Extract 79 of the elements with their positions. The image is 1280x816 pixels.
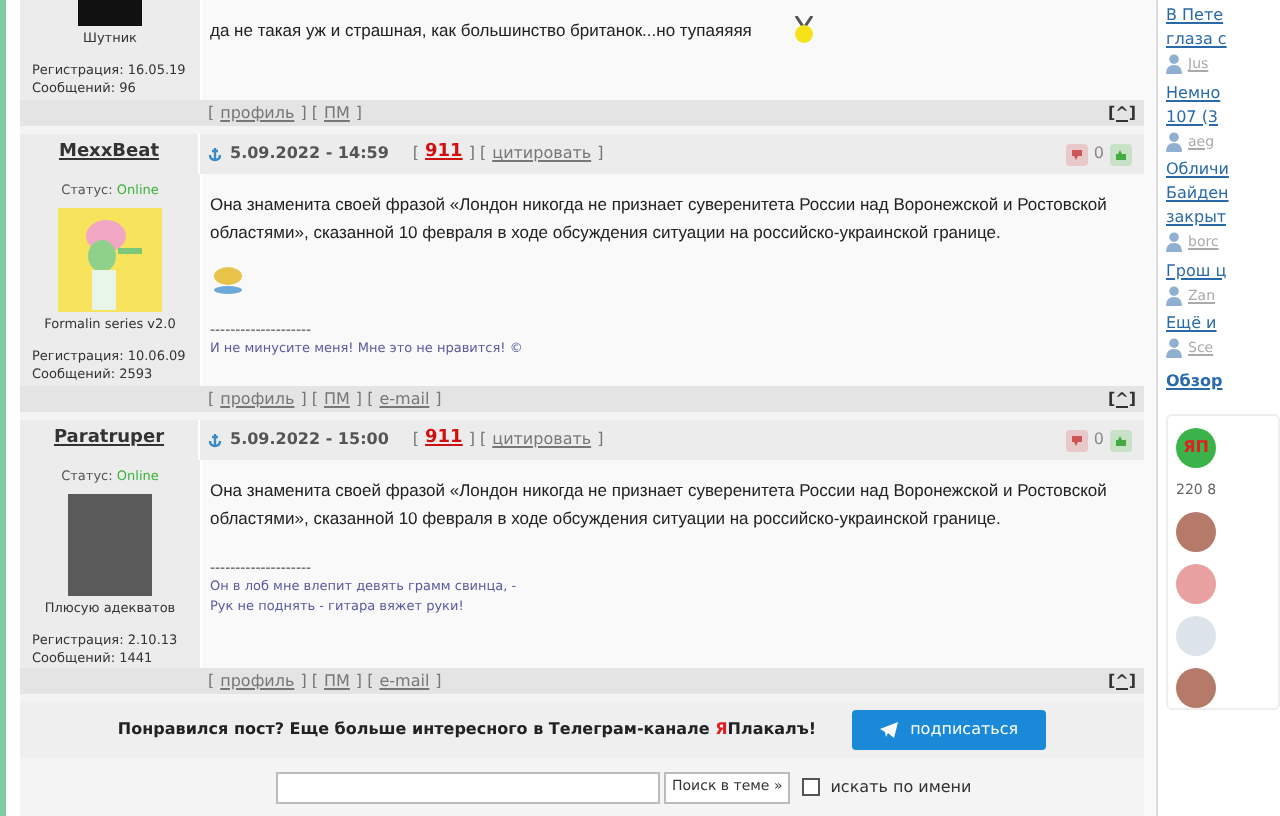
- thumbs-up-icon: [1114, 147, 1128, 161]
- profile-link[interactable]: ПМ: [324, 669, 350, 693]
- thumbs-down-icon: [1069, 433, 1084, 447]
- bracket-text: ]: [355, 101, 363, 125]
- bracket-text: [: [208, 387, 215, 411]
- avatar-image: [78, 0, 142, 26]
- bracket-text: [: [208, 669, 215, 693]
- post-date: 5.09.2022 - 15:00: [230, 428, 389, 452]
- bracket-text: [: [412, 428, 420, 452]
- cup-smiley-icon: [210, 266, 246, 294]
- avatar-drawing: [58, 207, 162, 312]
- profile-link[interactable]: профиль: [220, 101, 295, 125]
- anchor-icon: [208, 432, 222, 448]
- telegram-promo-text: Понравился пост? Еще больше интересного в Телеграм-канале ЯПлакалъ!: [117, 718, 817, 743]
- quote-link[interactable]: цитировать: [492, 142, 592, 166]
- user-icon: [1166, 338, 1182, 359]
- post-date: 5.09.2022 - 14:59: [230, 142, 389, 166]
- profile-link[interactable]: профиль: [220, 387, 295, 411]
- quote-link[interactable]: цитировать: [492, 428, 592, 452]
- rating-link[interactable]: 911: [425, 140, 463, 168]
- bracket-text: ] [: [355, 387, 374, 411]
- bracket-text: ] [: [300, 669, 318, 693]
- thumbs-down-icon: [1069, 147, 1084, 161]
- like-button[interactable]: [1110, 429, 1132, 451]
- topic-link[interactable]: В Пете: [1166, 4, 1280, 28]
- bracket-text: ] [: [355, 669, 374, 693]
- topic-link[interactable]: Немно: [1166, 81, 1280, 105]
- post-text: да не такая уж и страшная, как большинство британок...но тупаяяяя: [210, 18, 752, 44]
- bracket-text: ]: [435, 387, 442, 411]
- author-link[interactable]: MexxBeat: [58, 140, 159, 168]
- user-icon: [1166, 54, 1182, 75]
- profile-link[interactable]: ПМ: [324, 101, 350, 125]
- paper-plane-icon: [880, 722, 899, 739]
- topic-link[interactable]: Обличи: [1166, 158, 1280, 182]
- bracket-text: ]: [597, 428, 604, 452]
- channel-logo: ЯП: [1176, 427, 1216, 467]
- top-link[interactable]: [^]: [1107, 101, 1136, 125]
- camera-avatar: [1176, 616, 1216, 656]
- thumbs-up-icon: [1114, 433, 1128, 447]
- search-field[interactable]: [276, 771, 660, 804]
- bracket-text: ] [: [468, 428, 487, 452]
- like-button[interactable]: [1110, 143, 1132, 165]
- top-link[interactable]: [^]: [1107, 669, 1136, 693]
- bracket-text: ] [: [300, 101, 318, 125]
- topic-link[interactable]: Байден: [1166, 182, 1280, 206]
- profile-link[interactable]: e-mail: [379, 669, 430, 693]
- overview-link[interactable]: Обзор: [1166, 369, 1280, 393]
- bracket-text: ] [: [468, 142, 487, 166]
- dislike-button[interactable]: [1065, 429, 1088, 451]
- vote-count: 0: [1093, 142, 1104, 166]
- vote-count: 0: [1093, 428, 1104, 452]
- bracket-text: ]: [435, 669, 442, 693]
- post-text: Она знаменита своей фразой «Лондон никогда не признает суверенитета России над Воронежской и Ростовской областями», сказанной 10 февраля в ходе обсуждения ситуации на российско-украинской границе.: [210, 478, 1109, 532]
- user-icon: [1166, 232, 1182, 253]
- topic-link[interactable]: закрыт: [1166, 206, 1280, 230]
- bracket-text: ] [: [300, 387, 318, 411]
- anchor-icon: [208, 146, 222, 162]
- topic-link[interactable]: 107 (3: [1166, 105, 1280, 129]
- top-link[interactable]: [^]: [1107, 387, 1136, 411]
- author-link[interactable]: Paratruper: [53, 426, 165, 454]
- user-icon: [1166, 131, 1182, 152]
- topic-link[interactable]: Ещё и: [1166, 312, 1280, 336]
- rating-link[interactable]: 911: [425, 426, 463, 454]
- bracket-text: [: [208, 101, 215, 125]
- dislike-button[interactable]: [1065, 143, 1088, 165]
- profile-link[interactable]: профиль: [220, 669, 295, 693]
- subscribe-button[interactable]: подписаться: [852, 710, 1047, 751]
- topic-link[interactable]: глаза с: [1166, 28, 1280, 52]
- bracket-text: [: [412, 142, 420, 166]
- user-icon: [1166, 285, 1182, 306]
- profile-link[interactable]: ПМ: [324, 387, 350, 411]
- name-search-checkbox[interactable]: [802, 778, 821, 797]
- photo-placeholder: [68, 493, 152, 596]
- medal-smiley-icon: [791, 16, 816, 44]
- checkbox-label: искать по имени: [830, 775, 972, 800]
- bracket-text: ]: [597, 142, 604, 166]
- post-text: Она знаменита своей фразой «Лондон никогда не признает суверенитета России над Воронежской и Ростовской областями», сказанной 10 февраля в ходе обсуждения ситуации на российско-украинской границе.: [210, 192, 1109, 246]
- topic-link[interactable]: Грош ц: [1166, 259, 1280, 283]
- profile-link[interactable]: e-mail: [379, 387, 430, 411]
